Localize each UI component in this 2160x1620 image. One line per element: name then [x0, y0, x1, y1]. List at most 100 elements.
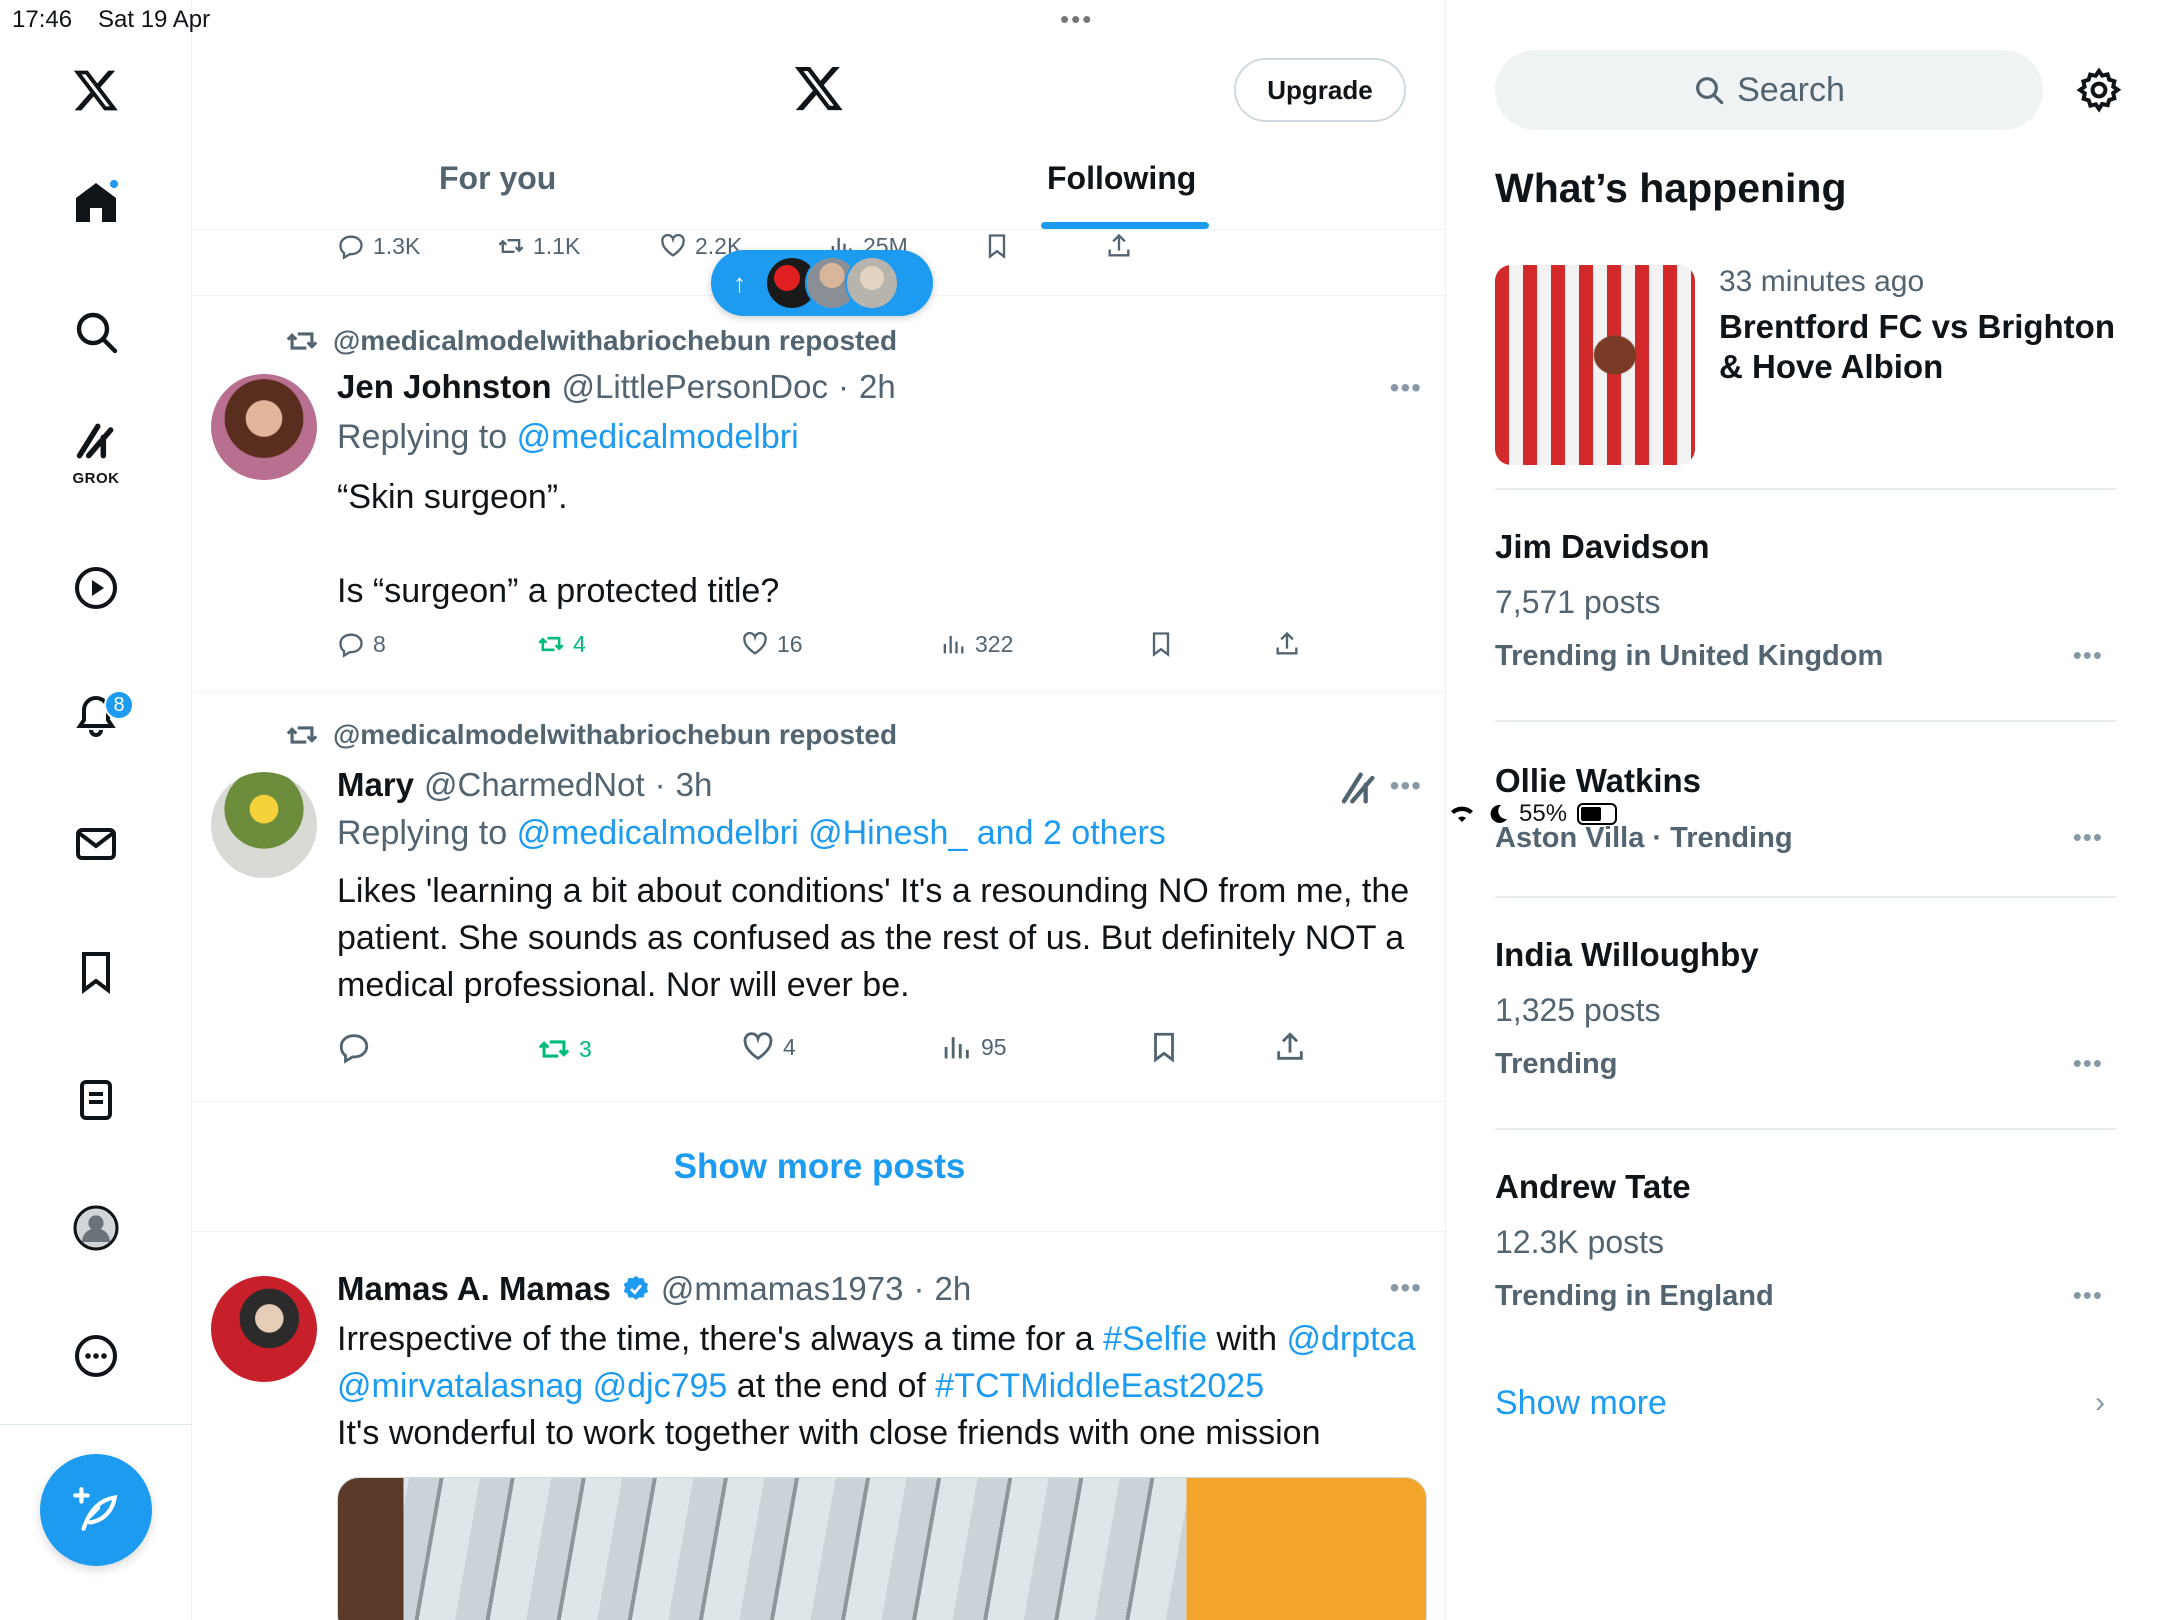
author-handle[interactable]: @CharmedNot — [424, 766, 645, 804]
nav-notifications[interactable]: 8 — [66, 686, 134, 746]
reply-button[interactable]: 1.3K — [337, 232, 420, 260]
arrow-up-icon: ↑ — [733, 267, 746, 298]
avatar[interactable] — [211, 772, 317, 878]
like-count: 4 — [783, 1033, 796, 1060]
notifications-badge: 8 — [104, 690, 134, 720]
nav-profile[interactable] — [66, 1198, 126, 1258]
nav-lists[interactable] — [66, 1070, 126, 1130]
views-icon — [943, 635, 964, 654]
post-header: Mary @CharmedNot · 3h — [337, 766, 712, 804]
bookmark-icon — [82, 952, 110, 994]
repost-context: @medicalmodelwithabriochebun reposted — [285, 324, 897, 358]
mention-link[interactable]: @drptca — [1286, 1320, 1415, 1358]
moon-icon — [1490, 804, 1507, 823]
replying-to-mention[interactable]: @medicalmodelbri — [517, 418, 799, 456]
feather-plus-icon — [73, 1487, 118, 1531]
bookmark-button[interactable] — [983, 232, 1011, 260]
nav-home[interactable] — [66, 172, 126, 232]
post-time: 2h — [858, 368, 896, 405]
like-button[interactable]: 4 — [741, 1030, 796, 1064]
reply-button[interactable]: 8 — [337, 630, 386, 658]
views-button[interactable]: 95 — [939, 1030, 1007, 1064]
nav-grok[interactable]: GROK — [66, 420, 126, 487]
share-button[interactable] — [1105, 232, 1133, 260]
tab-for-you[interactable]: For you — [439, 160, 556, 197]
like-button[interactable]: 16 — [741, 630, 803, 658]
nav-more[interactable] — [66, 1326, 126, 1386]
verified-badge-icon — [623, 1275, 649, 1300]
post-jen-johnston[interactable]: @medicalmodelwithabriochebun reposted Je… — [193, 296, 1445, 692]
share-icon — [1108, 233, 1130, 257]
repost-icon — [538, 636, 564, 652]
nav-bookmarks[interactable] — [66, 942, 126, 1002]
post-time: 2h — [934, 1270, 972, 1307]
share-button[interactable] — [1273, 1030, 1307, 1064]
multitasking-dots-icon[interactable]: ••• — [1060, 4, 1093, 35]
more-options-icon[interactable]: ••• — [1390, 372, 1422, 404]
reply-count: 8 — [373, 630, 386, 657]
repost-button[interactable]: 1.1K — [497, 232, 580, 260]
bookmark-button[interactable] — [1147, 630, 1175, 658]
more-options-icon[interactable]: ••• — [1390, 770, 1422, 802]
post-text-part: It's wonderful to work together with clo… — [337, 1414, 1321, 1452]
post-text: Irrespective of the time, there's always… — [337, 1316, 1427, 1457]
author-name[interactable]: Mary — [337, 766, 414, 804]
reply-icon — [339, 235, 363, 260]
x-logo-icon[interactable] — [66, 60, 126, 120]
reply-icon — [339, 633, 363, 658]
post-mary[interactable]: @medicalmodelwithabriochebun reposted Ma… — [193, 692, 1445, 1102]
repost-button[interactable]: 4 — [537, 630, 586, 658]
repost-count: 4 — [573, 630, 586, 657]
view-count: 322 — [975, 630, 1014, 657]
replying-to-prefix: Replying to — [337, 814, 508, 852]
mention-link[interactable]: @mirvatalasnag — [337, 1367, 583, 1405]
upgrade-button[interactable]: Upgrade — [1234, 58, 1406, 122]
share-button[interactable] — [1273, 630, 1301, 658]
replying-to-mentions[interactable]: @medicalmodelbri @Hinesh_ and 2 others — [517, 814, 1166, 852]
like-count: 16 — [777, 630, 803, 657]
repost-icon — [286, 726, 318, 744]
reply-count: 1.3K — [373, 232, 421, 259]
bookmark-icon — [1154, 1032, 1174, 1063]
avatar[interactable] — [211, 1276, 317, 1382]
avatar — [845, 256, 899, 310]
bookmark-icon — [988, 234, 1006, 259]
status-time: 17:46 — [12, 6, 73, 33]
author-name[interactable]: Jen Johnston — [337, 368, 552, 406]
show-more-posts-button[interactable]: Show more posts — [193, 1102, 1445, 1232]
bookmark-button[interactable] — [1147, 1030, 1181, 1064]
more-options-icon[interactable]: ••• — [1390, 1272, 1422, 1304]
grok-icon[interactable] — [1339, 768, 1379, 808]
hashtag-link[interactable]: #TCTMiddleEast2025 — [935, 1367, 1264, 1405]
author-handle[interactable]: @mmamas1973 — [661, 1270, 904, 1308]
reply-button[interactable] — [337, 1030, 379, 1064]
avatar[interactable] — [211, 374, 317, 480]
bookmark-icon — [1152, 632, 1170, 657]
author-handle[interactable]: @LittlePersonDoc — [562, 368, 828, 406]
share-icon — [1276, 631, 1298, 655]
post-text-line: Is “surgeon” a protected title? — [337, 572, 780, 610]
reposted-by-label: @medicalmodelwithabriochebun reposted — [333, 719, 898, 750]
post-time: 3h — [675, 766, 713, 803]
heart-icon — [661, 233, 685, 257]
reply-icon — [339, 1034, 369, 1064]
post-text-part: at the end of — [727, 1367, 936, 1405]
post-text-line: “Skin surgeon”. — [337, 478, 568, 516]
compose-post-button[interactable] — [40, 1454, 152, 1566]
list-icon — [80, 1080, 112, 1120]
tab-following[interactable]: Following — [1047, 160, 1196, 197]
repost-button[interactable]: 3 — [537, 1032, 592, 1066]
nav-messages[interactable] — [66, 814, 126, 874]
heart-icon — [743, 1032, 773, 1060]
post-image[interactable] — [337, 1477, 1427, 1620]
nav-videos[interactable] — [66, 558, 126, 618]
x-logo-icon[interactable] — [793, 62, 845, 114]
new-posts-pill[interactable]: ↑ — [711, 250, 933, 316]
nav-explore[interactable] — [66, 302, 126, 362]
mention-link[interactable]: @djc795 — [593, 1367, 728, 1405]
views-button[interactable]: 322 — [939, 630, 1013, 658]
replying-to: Replying to @medicalmodelbri @Hinesh_ an… — [337, 814, 1166, 853]
hashtag-link[interactable]: #Selfie — [1103, 1320, 1207, 1358]
author-name[interactable]: Mamas A. Mamas — [337, 1270, 611, 1308]
post-text-part: Irrespective of the time, there's always… — [337, 1320, 1104, 1358]
